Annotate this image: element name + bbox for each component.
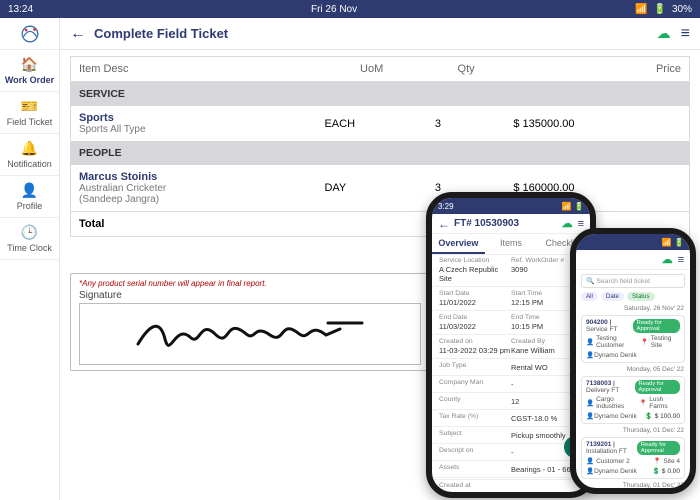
table-row: Sports Sports All Type EACH 3 $ 135000.0… [71,106,690,141]
ticket-card[interactable]: 7138003 | Delivery FTReady for Approval👤… [581,376,685,424]
home-icon: 🏠 [21,56,38,73]
nav-work-order[interactable]: 🏠 Work Order [0,50,59,92]
detail-row: Job TypeRental WO [432,360,590,374]
day-header: Thursday, 01 Dec' 22 [576,481,690,490]
ticket-card[interactable]: 904200 | Service FTReady for Approval👤Te… [581,315,685,363]
detail-row: Service LocationA Czech Republic SiteRef… [432,255,590,285]
signature-note: *Any product serial number will appear i… [79,279,421,288]
tab-items[interactable]: Items [485,234,538,254]
wifi-icon: 📶 🔋 [562,202,584,211]
item-sub2: (Sandeep Jangra) [79,194,308,205]
col-uom: UoM [316,57,426,82]
item-sub: Australian Cricketer [79,183,308,194]
phone2-status: 📶 🔋 [576,234,690,250]
chip-status[interactable]: Status [627,292,655,301]
signature-label: Signature [79,290,421,301]
menu-icon[interactable]: ≡ [681,25,690,43]
item-uom: DAY [316,165,426,212]
created-at-label: Created at [432,481,590,490]
nav-notification[interactable]: 🔔 Notification [0,134,59,176]
cloud-sync-icon[interactable]: ☁ [657,25,671,42]
status-date: Fri 26 Nov [311,4,357,15]
item-title[interactable]: Sports [79,112,308,124]
bell-icon: 🔔 [21,140,38,157]
chip-all[interactable]: All [581,292,598,301]
item-price: $ 135000.00 [505,106,689,141]
phone2-header: ☁ ≡ [576,250,690,270]
line-items-table: Item Desc UoM Qty Price SERVICE Sports S… [70,56,690,237]
col-price: Price [505,57,689,82]
battery-icon: 🔋 [654,4,666,15]
nav-time-clock[interactable]: 🕒 Time Clock [0,218,59,260]
detail-row: End Date11/03/2022End Time10:15 PM [432,312,590,333]
nav-field-ticket[interactable]: 🎫 Field Ticket [0,92,59,134]
cloud-sync-icon[interactable]: ☁ [662,253,673,266]
detail-row: Created on11-03-2022 03:29 pmCreated ByK… [432,336,590,357]
user-icon: 👤 [21,182,38,199]
chip-date[interactable]: Date [601,292,624,301]
table-row: Marcus Stoinis Australian Cricketer (San… [71,165,690,212]
col-item-desc: Item Desc [71,57,317,82]
menu-icon[interactable]: ≡ [578,218,584,230]
tab-overview[interactable]: Overview [432,234,485,254]
search-input[interactable]: 🔍 Search field ticket [581,274,685,288]
side-nav: 🏠 Work Order 🎫 Field Ticket 🔔 Notificati… [0,18,60,500]
battery-pct: 30% [672,4,692,15]
page-header: ← Complete Field Ticket ☁ ≡ [60,18,700,50]
signature-panel: *Any product serial number will appear i… [70,273,430,371]
ticket-card[interactable]: 7134466 | Delivery FTReady for Approval👤… [581,492,685,494]
back-icon[interactable]: ← [438,217,450,231]
detail-row: Start Date11/01/2022Start Time12:15 PM [432,288,590,309]
phone1-title: FT# 10530903 [454,218,519,229]
status-bar: 13:24 Fri 26 Nov 📶 🔋 30% [0,0,700,18]
detail-row: County12 [432,394,590,408]
day-header: Saturday, 26 Nov' 22 [576,304,690,313]
filter-chips: All Date Status [576,292,690,304]
item-sub: Sports All Type [79,124,308,135]
item-uom: EACH [316,106,426,141]
nav-profile[interactable]: 👤 Profile [0,176,59,218]
col-qty: Qty [427,57,506,82]
section-service: SERVICE [71,82,690,107]
back-button[interactable]: ← [70,25,86,43]
detail-row: Company Man- [432,377,590,391]
location-row[interactable]: 📍 30.6810, 76.854 [432,490,590,498]
detail-row: AssetsBearings - 01 - 6666 [432,462,590,476]
cloud-sync-icon[interactable]: ☁ [562,217,573,230]
app-logo [0,18,59,50]
item-qty: 3 [427,106,506,141]
ticket-card[interactable]: 7139201 | Installation FTReady for Appro… [581,437,685,479]
phone1-header: ← FT# 10530903 ☁ ≡ [432,214,590,234]
ticket-icon: 🎫 [21,98,38,115]
detail-row: Tax Rate (%)CGST-18.0 % [432,411,590,425]
clock-icon: 🕒 [21,224,38,241]
phone-list: 📶 🔋 ☁ ≡ 🔍 Search field ticket All Date S… [570,228,696,494]
phone1-status: 3:29 📶 🔋 [432,198,590,214]
item-title[interactable]: Marcus Stoinis [79,171,308,183]
signature-pad[interactable] [79,303,421,365]
page-title: Complete Field Ticket [94,26,657,41]
day-header: Monday, 05 Dec' 22 [576,365,690,374]
wifi-icon: 📶 [635,4,647,15]
phone2-body[interactable]: Saturday, 26 Nov' 22 904200 | Service FTR… [576,304,690,494]
phone1-tabs: Overview Items Checklist [432,234,590,255]
section-people: PEOPLE [71,141,690,165]
status-time: 13:24 [8,4,33,15]
menu-icon[interactable]: ≡ [678,254,684,266]
day-header: Thursday, 01 Dec' 22 [576,426,690,435]
